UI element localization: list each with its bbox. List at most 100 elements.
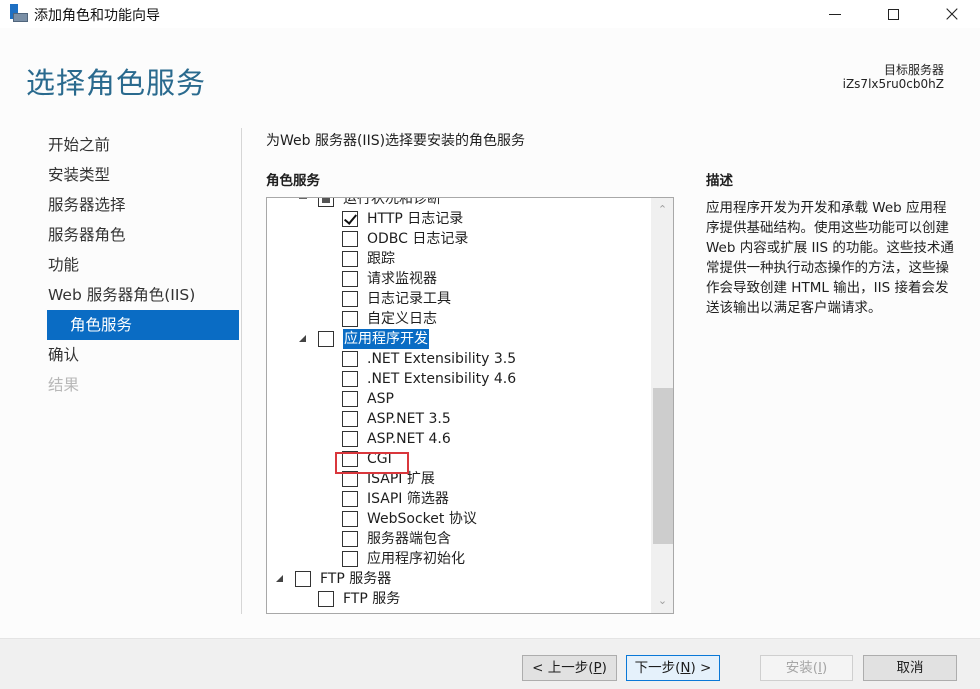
tree-item-checkbox[interactable] <box>342 491 358 507</box>
tree-item-checkbox[interactable] <box>342 371 358 387</box>
previous-suffix: ) <box>601 660 607 676</box>
tree-item-label[interactable]: ODBC 日志记录 <box>367 229 468 249</box>
scroll-down-icon[interactable]: ⌄ <box>652 591 673 611</box>
tree-item-checkbox[interactable] <box>295 571 311 587</box>
tree-item[interactable]: FTP 服务 <box>267 589 651 609</box>
tree-item-label[interactable]: 日志记录工具 <box>367 289 451 309</box>
tree-item-label[interactable]: 服务器端包含 <box>367 529 451 549</box>
maximize-button[interactable] <box>869 0 917 28</box>
cancel-button[interactable]: 取消 <box>863 655 957 681</box>
nav-item-server-roles[interactable]: 服务器角色 <box>47 223 239 253</box>
tree-item-label[interactable]: FTP 服务器 <box>320 569 391 589</box>
tree-item[interactable]: CGI <box>267 449 651 469</box>
tree-item-checkbox[interactable] <box>342 251 358 267</box>
close-icon: × <box>942 1 962 27</box>
minimize-button[interactable] <box>811 0 859 28</box>
tree-item[interactable]: 跟踪 <box>267 249 651 269</box>
tree-item-label[interactable]: WebSocket 协议 <box>367 509 477 529</box>
tree-item-checkbox[interactable] <box>342 411 358 427</box>
footer-bar: < 上一步(P) 下一步(N) > 安装(I) 取消 <box>0 638 980 689</box>
tree-item-checkbox[interactable] <box>342 391 358 407</box>
tree-item[interactable]: .NET Extensibility 4.6 <box>267 369 651 389</box>
previous-button[interactable]: < 上一步(P) <box>522 655 617 681</box>
tree-item[interactable]: 服务器端包含 <box>267 529 651 549</box>
tree-item-checkbox[interactable] <box>342 271 358 287</box>
nav-item-features[interactable]: 功能 <box>47 253 239 283</box>
tree-item-label[interactable]: .NET Extensibility 3.5 <box>367 349 516 369</box>
scroll-up-icon[interactable]: ⌃ <box>652 200 673 220</box>
next-suffix: ) > <box>690 660 712 676</box>
tree-item-checkbox[interactable] <box>342 511 358 527</box>
tree-item[interactable]: 自定义日志 <box>267 309 651 329</box>
tree-item[interactable]: HTTP 日志记录 <box>267 209 651 229</box>
target-server-label: 目标服务器 <box>883 63 944 77</box>
nav-item-web-server-role[interactable]: Web 服务器角色(IIS) <box>47 283 239 313</box>
role-services-tree[interactable]: 运行状况和诊断 HTTP 日志记录 ODBC 日志记录 跟踪 请求监视器 日志记录工具 自定… <box>266 197 674 614</box>
tree-item[interactable]: 日志记录工具 <box>267 289 651 309</box>
tree-item-checkbox[interactable] <box>318 331 334 347</box>
nav-divider <box>241 128 242 614</box>
nav-item-installation-type[interactable]: 安装类型 <box>47 163 239 193</box>
tree-item-checkbox[interactable] <box>318 198 334 207</box>
tree-item[interactable]: WebSocket 协议 <box>267 509 651 529</box>
tree-item-label[interactable]: 跟踪 <box>367 249 395 269</box>
tree-item[interactable]: ODBC 日志记录 <box>267 229 651 249</box>
expand-toggle-icon[interactable] <box>276 575 283 582</box>
tree-item-checkbox[interactable] <box>342 551 358 567</box>
tree-item[interactable]: ASP.NET 3.5 <box>267 409 651 429</box>
nav-item-results: 结果 <box>48 376 80 394</box>
tree-rows: 运行状况和诊断 HTTP 日志记录 ODBC 日志记录 跟踪 请求监视器 日志记录工具 自定… <box>267 198 651 609</box>
tree-scrollbar[interactable]: ⌃ ⌄ <box>651 198 673 613</box>
tree-item[interactable]: 应用程序开发 <box>267 329 651 349</box>
tree-item[interactable]: ISAPI 扩展 <box>267 469 651 489</box>
tree-item-label[interactable]: ASP <box>367 389 394 409</box>
expand-toggle-icon[interactable] <box>299 198 307 199</box>
tree-item-label[interactable]: ISAPI 筛选器 <box>367 489 449 509</box>
maximize-icon <box>887 8 899 20</box>
tree-item-checkbox[interactable] <box>342 291 358 307</box>
tree-item[interactable]: .NET Extensibility 3.5 <box>267 349 651 369</box>
nav-item-server-selection[interactable]: 服务器选择 <box>47 193 239 223</box>
tree-item-label[interactable]: ASP.NET 4.6 <box>367 429 451 449</box>
wizard-steps-nav: 开始之前 安装类型 服务器选择 服务器角色 功能 Web 服务器角色(IIS) … <box>47 133 239 403</box>
description-heading: 描述 <box>706 173 733 189</box>
previous-accesskey: P <box>593 660 602 676</box>
nav-item-confirmation[interactable]: 确认 <box>47 343 239 373</box>
window-title: 添加角色和功能向导 <box>34 8 160 24</box>
next-button[interactable]: 下一步(N) > <box>626 655 720 681</box>
tree-item-checkbox[interactable] <box>342 351 358 367</box>
tree-item[interactable]: 应用程序初始化 <box>267 549 651 569</box>
expand-toggle-icon[interactable] <box>299 335 306 342</box>
tree-item-label[interactable]: 应用程序初始化 <box>367 549 465 569</box>
tree-item-label[interactable]: 自定义日志 <box>367 309 437 329</box>
tree-item-checkbox[interactable] <box>342 311 358 327</box>
tree-item-checkbox[interactable] <box>342 211 358 227</box>
server-manager-icon <box>9 4 29 22</box>
tree-item-checkbox[interactable] <box>342 431 358 447</box>
tree-item-label[interactable]: 请求监视器 <box>367 269 437 289</box>
nav-item-role-services[interactable]: 角色服务 <box>47 310 239 340</box>
tree-item[interactable]: 运行状况和诊断 <box>267 198 651 209</box>
tree-item-checkbox[interactable] <box>342 531 358 547</box>
scroll-thumb[interactable] <box>653 388 673 544</box>
install-suffix: ) <box>821 660 828 676</box>
tree-item[interactable]: ASP.NET 4.6 <box>267 429 651 449</box>
tree-item-checkbox[interactable] <box>318 591 334 607</box>
tree-item-label[interactable]: 运行状况和诊断 <box>343 198 441 209</box>
tree-item[interactable]: ASP <box>267 389 651 409</box>
tree-item[interactable]: FTP 服务器 <box>267 569 651 589</box>
tree-item-label[interactable]: HTTP 日志记录 <box>367 209 463 229</box>
tree-item-label[interactable]: ASP.NET 3.5 <box>367 409 451 429</box>
title-bar: 添加角色和功能向导 × <box>0 0 980 28</box>
target-server-value: iZs7lx5ru0cb0hZ <box>842 77 944 91</box>
previous-label: < 上一步( <box>532 660 594 676</box>
tree-item-label[interactable]: 应用程序开发 <box>343 329 429 349</box>
nav-item-before-you-begin[interactable]: 开始之前 <box>47 133 239 163</box>
tree-item-checkbox[interactable] <box>342 231 358 247</box>
tree-item[interactable]: 请求监视器 <box>267 269 651 289</box>
tree-item-label[interactable]: FTP 服务 <box>343 589 400 609</box>
tree-item-label[interactable]: .NET Extensibility 4.6 <box>367 369 516 389</box>
tree-item[interactable]: ISAPI 筛选器 <box>267 489 651 509</box>
install-button: 安装(I) <box>760 655 853 681</box>
close-button[interactable]: × <box>928 0 976 28</box>
